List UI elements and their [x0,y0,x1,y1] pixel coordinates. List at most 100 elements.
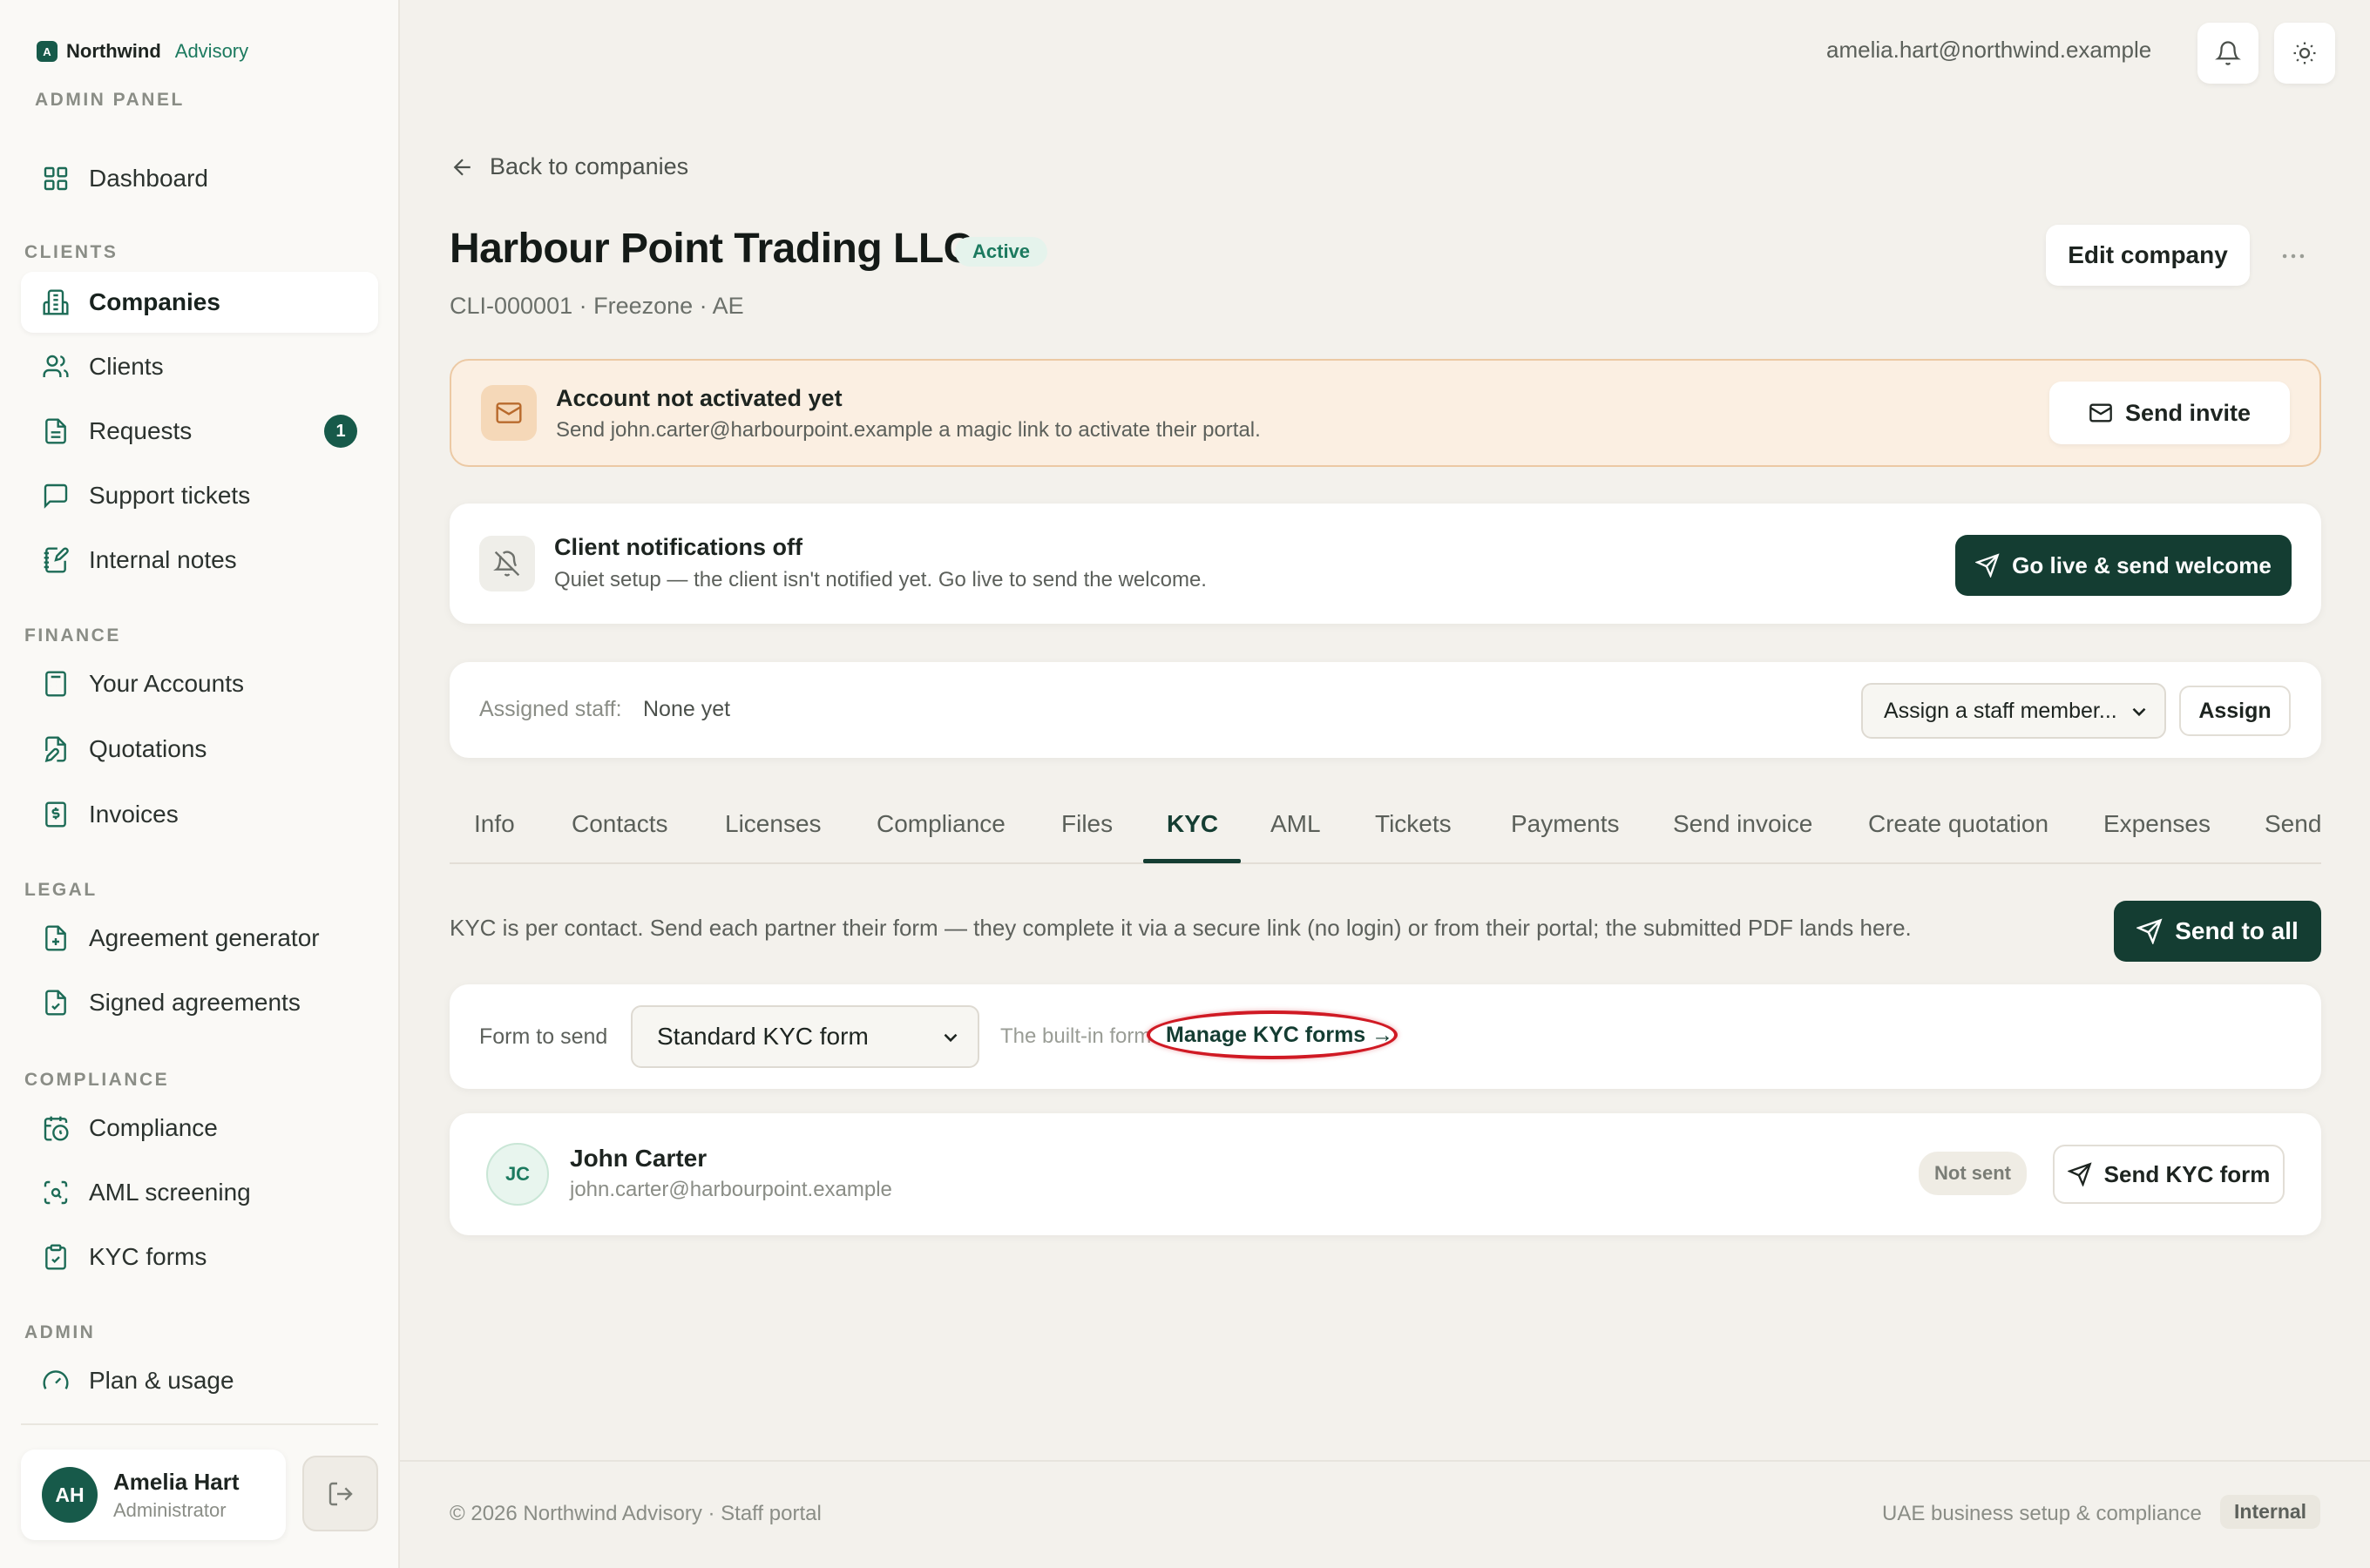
sidebar-item-label: Companies [89,288,220,315]
scan-icon [42,1179,70,1206]
file-plus-icon [42,924,70,952]
sidebar-item-requests[interactable]: Requests 1 [21,401,378,462]
send-invite-button[interactable]: Send invite [2049,382,2290,444]
footer-tagline: UAE business setup & compliance [1882,1502,2202,1525]
section-compliance: COMPLIANCE [24,1070,170,1090]
go-live-label: Go live & send welcome [2012,551,2272,578]
user-info: Amelia Hart Administrator [113,1469,240,1522]
back-to-companies-link[interactable]: Back to companies [450,153,688,180]
manage-kyc-forms-link[interactable]: Manage KYC forms → [1166,1023,1393,1048]
staff-member-select[interactable]: Assign a staff member... [1861,683,2166,739]
sidebar-item-clients[interactable]: Clients [21,336,378,397]
current-user-email: amelia.hart@northwind.example [1826,37,2152,63]
contact-avatar: JC [486,1143,549,1206]
bell-off-icon-glyph [493,550,521,578]
activation-banner-title: Account not activated yet [556,385,843,411]
brand[interactable]: A Northwind Advisory [37,40,248,63]
user-role: Administrator [113,1498,227,1521]
sidebar-item-label: Plan & usage [89,1367,234,1394]
contact-email: john.carter@harbourpoint.example [570,1178,892,1201]
sidebar-item-dashboard[interactable]: Dashboard [21,148,378,209]
notifications-banner: Client notifications off Quiet setup — t… [450,504,2321,624]
assigned-staff-value: None yet [643,697,731,721]
more-horizontal-icon [2279,241,2308,271]
sidebar-item-companies[interactable]: Companies [21,272,378,333]
tab-kyc[interactable]: KYC [1167,810,1218,838]
brand-name: Northwind [66,40,161,62]
back-link-label: Back to companies [490,153,689,179]
sidebar-item-kyc-forms[interactable]: KYC forms [21,1227,378,1288]
tab-files[interactable]: Files [1061,810,1113,838]
sidebar-item-compliance[interactable]: Compliance [21,1098,378,1159]
send-icon [2136,918,2163,944]
sidebar-item-label: KYC forms [89,1243,207,1270]
users-icon [42,353,70,381]
sidebar-item-your-accounts[interactable]: Your Accounts [21,653,378,714]
sun-icon [2292,40,2318,66]
avatar: AH [42,1467,98,1523]
send-kyc-form-button[interactable]: Send KYC form [2053,1145,2285,1204]
sidebar-item-agreement-generator[interactable]: Agreement generator [21,908,378,969]
chevron-down-icon [939,1026,962,1049]
status-badge: Active [955,237,1048,267]
sidebar-divider [21,1423,378,1425]
file-edit-icon [42,735,70,763]
theme-toggle-button[interactable] [2274,23,2335,84]
sidebar-item-signed-agreements[interactable]: Signed agreements [21,972,378,1033]
assigned-staff-label: Assigned staff: [479,697,622,721]
page-title: Harbour Point Trading LLC [450,226,973,272]
send-icon [2067,1162,2092,1186]
sidebar-item-support-tickets[interactable]: Support tickets [21,465,378,526]
sidebar-item-aml-screening[interactable]: AML screening [21,1162,378,1223]
sidebar-item-label: AML screening [89,1179,251,1206]
sidebar-item-plan-usage[interactable]: Plan & usage [21,1350,378,1411]
sidebar-item-label: Compliance [89,1114,218,1141]
sidebar-item-internal-notes[interactable]: Internal notes [21,530,378,591]
notifications-banner-title: Client notifications off [554,534,802,560]
user-card[interactable]: AH Amelia Hart Administrator [21,1450,286,1540]
calendar-clock-icon [42,1114,70,1142]
tab-send[interactable]: Send [2265,810,2321,838]
footer-divider [400,1460,2370,1462]
edit-company-button[interactable]: Edit company [2046,225,2250,286]
send-invite-label: Send invite [2124,399,2252,426]
arrow-left-icon [450,154,476,180]
sidebar-item-label: Invoices [89,801,179,828]
sidebar-item-label: Agreement generator [89,924,320,951]
send-kyc-form-label: Send KYC form [2103,1160,2271,1187]
tab-aml[interactable]: AML [1270,810,1321,838]
tab-contacts[interactable]: Contacts [572,810,668,838]
tab-compliance[interactable]: Compliance [877,810,1006,838]
calculator-icon [42,670,70,698]
more-options-button[interactable] [2274,237,2312,275]
section-clients: CLIENTS [24,242,118,262]
footer-copyright: © 2026 Northwind Advisory · Staff portal [450,1502,822,1525]
section-finance: FINANCE [24,625,121,645]
mail-icon [481,385,537,441]
bell-icon [2215,40,2241,66]
tab-payments[interactable]: Payments [1511,810,1620,838]
tab-info[interactable]: Info [474,810,515,838]
kyc-form-select[interactable]: Standard KYC form [631,1005,979,1068]
requests-count-badge: 1 [324,415,357,448]
assign-button[interactable]: Assign [2179,686,2291,736]
tab-create-quotation[interactable]: Create quotation [1868,810,2048,838]
go-live-button[interactable]: Go live & send welcome [1955,535,2292,596]
notifications-button[interactable] [2197,23,2258,84]
sidebar-item-label: Requests [89,417,193,444]
sidebar-item-invoices[interactable]: Invoices [21,784,378,845]
sidebar-item-label: Dashboard [89,165,208,192]
staff-select-value: Assign a staff member... [1884,698,2117,723]
sidebar-item-quotations[interactable]: Quotations [21,719,378,780]
logout-button[interactable] [302,1456,378,1531]
send-to-all-label: Send to all [2175,917,2299,944]
tab-expenses[interactable]: Expenses [2103,810,2211,838]
activation-banner-desc: Send john.carter@harbourpoint.example a … [556,418,1261,442]
tab-licenses[interactable]: Licenses [725,810,822,838]
form-hint: The built-in form [1000,1024,1152,1048]
send-to-all-button[interactable]: Send to all [2114,901,2321,962]
message-icon [42,482,70,510]
user-name: Amelia Hart [113,1468,240,1495]
tab-send-invoice[interactable]: Send invoice [1673,810,1812,838]
tab-tickets[interactable]: Tickets [1375,810,1452,838]
